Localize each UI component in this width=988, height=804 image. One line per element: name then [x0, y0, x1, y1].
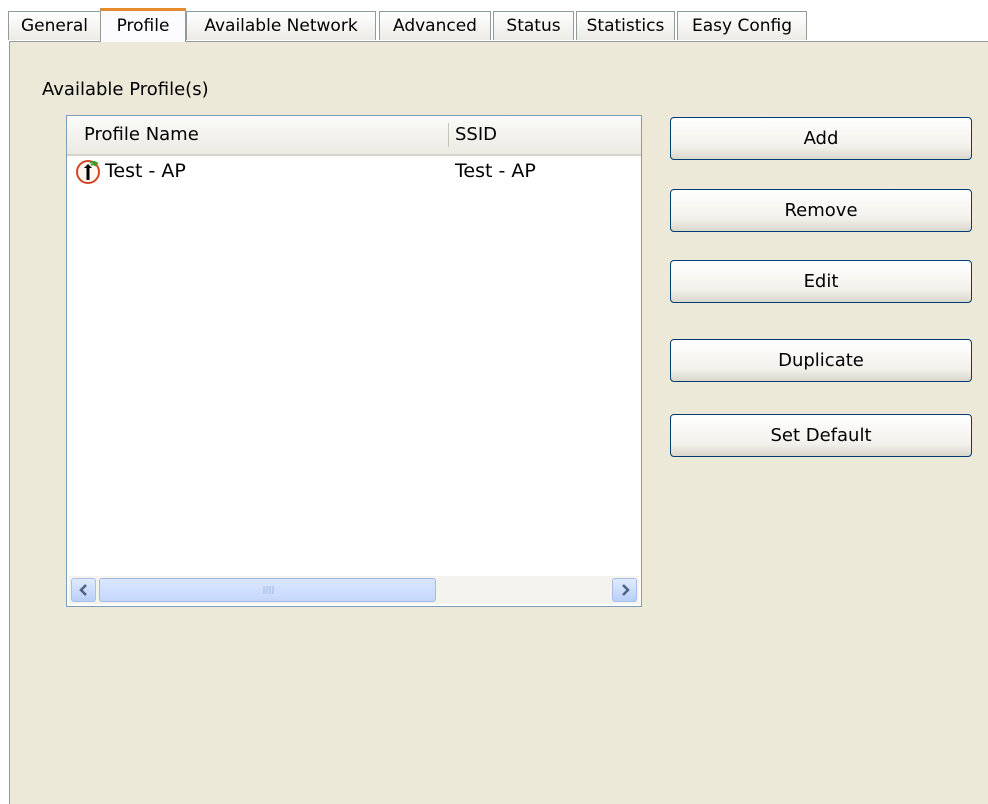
ssid-cell: Test - AP — [455, 160, 536, 182]
tab-available-network[interactable]: Available Network — [186, 11, 376, 40]
profile-name-cell: Test - AP — [105, 160, 186, 182]
tab-general[interactable]: General — [8, 11, 101, 40]
remove-button[interactable]: Remove — [670, 189, 972, 232]
duplicate-button[interactable]: Duplicate — [670, 339, 972, 382]
set-default-button[interactable]: Set Default — [670, 414, 972, 457]
tab-statistics[interactable]: Statistics — [576, 11, 675, 40]
set-default-button-label: Set Default — [770, 425, 872, 446]
chevron-left-icon — [78, 584, 87, 596]
horizontal-scrollbar[interactable] — [69, 576, 639, 604]
add-button-label: Add — [803, 128, 839, 149]
tab-bar: General Profile Available Network Advanc… — [8, 8, 988, 42]
chevron-right-icon — [621, 584, 630, 596]
column-divider[interactable] — [448, 123, 449, 147]
scroll-right-button[interactable] — [612, 578, 637, 602]
scroll-left-button[interactable] — [71, 578, 96, 602]
duplicate-button-label: Duplicate — [778, 350, 864, 371]
profile-panel: Available Profile(s) Profile Name SSID T… — [9, 41, 988, 804]
tab-profile[interactable]: Profile — [100, 8, 186, 42]
edit-button[interactable]: Edit — [670, 260, 972, 303]
list-item[interactable]: Test - AP Test - AP — [67, 155, 641, 187]
grip-icon — [263, 586, 273, 594]
tab-status[interactable]: Status — [493, 11, 574, 40]
profile-list-header: Profile Name SSID — [67, 116, 641, 156]
scroll-thumb[interactable] — [99, 578, 436, 602]
tab-easy-config[interactable]: Easy Config — [677, 11, 807, 40]
available-profiles-label: Available Profile(s) — [42, 79, 209, 100]
wireless-profile-icon — [75, 159, 101, 185]
tab-advanced[interactable]: Advanced — [379, 11, 491, 40]
profile-list[interactable]: Profile Name SSID Test - AP Test - AP — [66, 115, 642, 607]
column-header-profile-name[interactable]: Profile Name — [84, 116, 199, 154]
edit-button-label: Edit — [803, 271, 839, 292]
column-header-ssid[interactable]: SSID — [455, 116, 497, 154]
add-button[interactable]: Add — [670, 117, 972, 160]
remove-button-label: Remove — [784, 200, 858, 221]
